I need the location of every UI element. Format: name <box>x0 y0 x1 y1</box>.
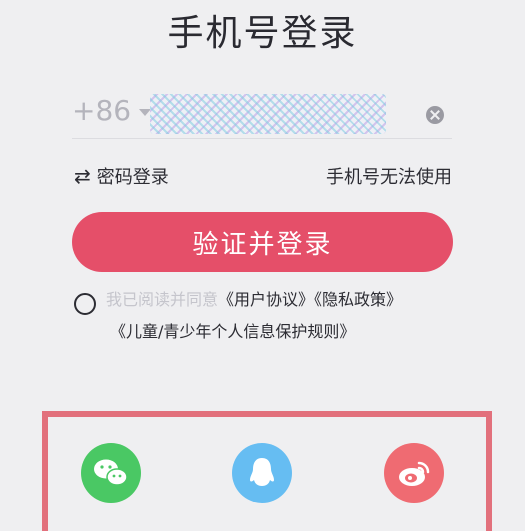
agree-radio[interactable] <box>74 293 96 315</box>
clear-icon[interactable] <box>426 106 444 124</box>
wechat-login-button[interactable] <box>81 443 141 503</box>
weibo-icon <box>399 461 430 486</box>
phone-input-row: +86 <box>72 92 452 134</box>
swap-arrows-icon: ⇄ <box>74 164 91 188</box>
weibo-login-button[interactable] <box>384 443 444 503</box>
agreement-line-2: 《儿童/青少年个人信息保护规则》 <box>110 316 355 348</box>
verify-login-button[interactable]: 验证并登录 <box>72 212 453 272</box>
country-code: +86 <box>72 94 132 127</box>
phone-unusable-link[interactable]: 手机号无法使用 <box>326 163 452 189</box>
country-code-selector[interactable]: +86 <box>72 94 152 127</box>
login-options-row: ⇄ 密码登录 手机号无法使用 <box>74 163 454 189</box>
agreement-line-1: 我已阅读并同意《用户协议》《隐私政策》 <box>106 284 402 316</box>
qq-login-button[interactable] <box>232 443 292 503</box>
qq-icon <box>250 458 274 486</box>
password-login-label: 密码登录 <box>96 167 169 188</box>
password-login-link[interactable]: ⇄ 密码登录 <box>74 163 169 189</box>
user-agreement-link[interactable]: 《用户协议》 <box>218 290 314 309</box>
page-title: 手机号登录 <box>167 13 358 54</box>
phone-number-input[interactable] <box>150 94 386 134</box>
children-rules-link[interactable]: 《儿童/青少年个人信息保护规则》 <box>110 322 355 341</box>
wechat-icon <box>94 459 128 486</box>
agreement-prefix: 我已阅读并同意 <box>106 290 219 309</box>
privacy-policy-link[interactable]: 《隐私政策》 <box>314 290 402 309</box>
input-divider <box>72 138 452 139</box>
